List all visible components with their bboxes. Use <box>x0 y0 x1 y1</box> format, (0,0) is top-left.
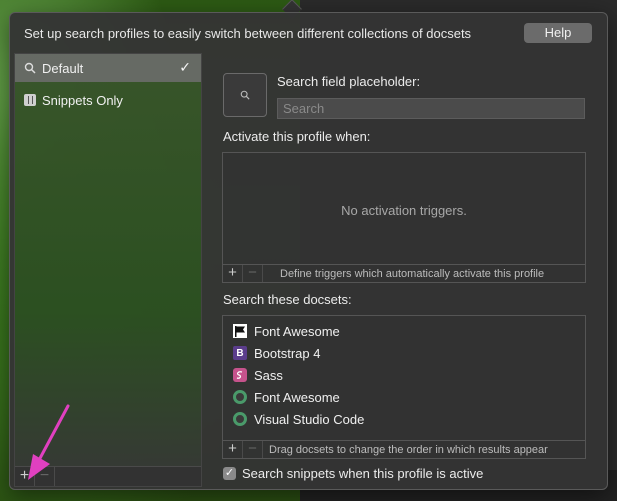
add-docset-button[interactable]: + <box>223 441 243 458</box>
header-description: Set up search profiles to easily switch … <box>24 25 472 41</box>
snippets-checkbox-row[interactable]: ✓ Search snippets when this profile is a… <box>223 466 483 481</box>
triggers-hint: Define triggers which automatically acti… <box>280 267 545 280</box>
search-profiles-popover: Set up search profiles to easily switch … <box>9 12 608 490</box>
docsets-list[interactable]: Font Awesome B Bootstrap 4 Sass Font Awe… <box>222 315 586 459</box>
snippet-icon <box>23 93 37 107</box>
docset-label: Sass <box>254 367 283 383</box>
circle-icon <box>233 390 247 404</box>
search-icon <box>23 61 37 75</box>
list-item[interactable]: B Bootstrap 4 <box>233 342 321 364</box>
list-item[interactable]: Visual Studio Code <box>233 408 364 430</box>
help-button[interactable]: Help <box>524 23 592 43</box>
sidebar-item-default[interactable]: Default ✓ <box>15 54 201 82</box>
circle-icon <box>233 412 247 426</box>
activate-label: Activate this profile when: <box>223 129 371 144</box>
activation-triggers-list[interactable]: No activation triggers. + − Define trigg… <box>222 152 586 283</box>
docset-label: Bootstrap 4 <box>254 345 321 361</box>
sass-icon <box>233 368 247 382</box>
docset-label: Visual Studio Code <box>254 411 365 427</box>
sidebar-item-label: Snippets Only <box>42 92 123 108</box>
remove-trigger-button[interactable]: − <box>243 265 263 282</box>
search-placeholder-field[interactable]: Search <box>277 98 585 119</box>
bootstrap-icon: B <box>233 346 247 360</box>
docset-label: Font Awesome <box>254 389 340 405</box>
docsets-footer: + − Drag docsets to change the order in … <box>223 440 585 458</box>
checkmark-icon: ✓ <box>179 59 191 75</box>
profile-icon-well[interactable] <box>223 73 267 117</box>
list-item[interactable]: Font Awesome <box>233 386 340 408</box>
list-item[interactable]: Sass <box>233 364 283 386</box>
profile-settings: Search field placeholder: Search Activat… <box>203 53 607 489</box>
list-item[interactable]: Font Awesome <box>233 320 340 342</box>
popover-header: Set up search profiles to easily switch … <box>10 13 607 53</box>
empty-triggers-text: No activation triggers. <box>341 203 467 218</box>
placeholder-label: Search field placeholder: <box>277 74 421 89</box>
add-trigger-button[interactable]: + <box>223 265 243 282</box>
flag-icon <box>233 324 247 338</box>
annotation-arrow-icon <box>28 404 70 480</box>
snippets-checkbox[interactable]: ✓ <box>223 467 236 480</box>
triggers-footer: + − Define triggers which automatically … <box>223 264 585 282</box>
sidebar-item-snippets-only[interactable]: Snippets Only <box>15 86 201 114</box>
docsets-label: Search these docsets: <box>223 292 352 307</box>
remove-docset-button[interactable]: − <box>243 441 263 458</box>
docsets-hint: Drag docsets to change the order in whic… <box>269 443 548 456</box>
snippets-checkbox-label: Search snippets when this profile is act… <box>242 466 484 481</box>
search-icon <box>240 88 250 103</box>
docset-label: Font Awesome <box>254 323 340 339</box>
sidebar-item-label: Default <box>42 60 84 76</box>
